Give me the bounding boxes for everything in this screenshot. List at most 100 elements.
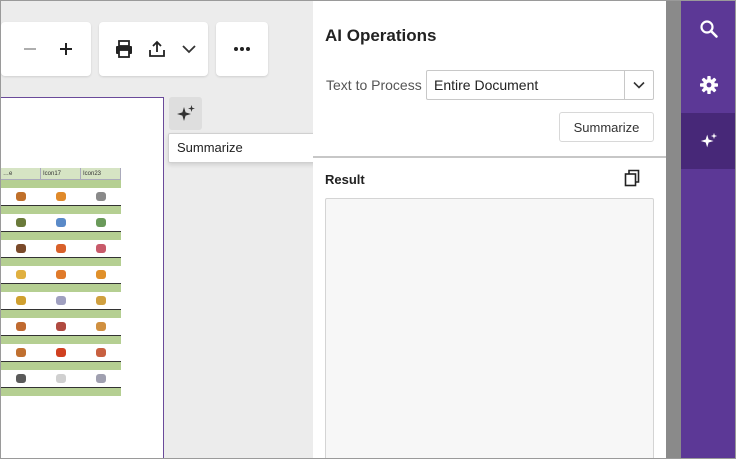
food-thumbnail [16,218,26,227]
plus-icon [60,43,72,55]
food-thumbnail [56,322,66,331]
food-thumbnail [56,374,66,383]
sparkle-icon [700,132,718,148]
food-thumbnail [16,296,26,305]
food-thumbnail-cell [81,292,121,309]
search-icon [700,20,718,38]
food-thumbnail [96,296,106,305]
food-thumbnail [56,192,66,201]
food-thumbnail-cell [1,370,41,387]
export-dropdown-button[interactable] [179,34,199,64]
food-thumbnail [56,296,66,305]
food-thumbnail [16,270,26,279]
food-thumbnail-cell [41,214,81,231]
food-thumbnail-cell [41,266,81,283]
summarize-button[interactable]: Summarize [559,112,654,142]
chevron-down-icon [182,45,196,54]
food-thumbnail-cell [81,214,121,231]
text-to-process-select[interactable]: Entire Document [426,70,654,100]
food-thumbnail [56,270,66,279]
rail-ai-button[interactable] [681,113,735,169]
print-button[interactable] [113,34,135,64]
zoom-in-button[interactable] [55,34,77,64]
document-table-row [1,188,121,206]
food-thumbnail [16,192,26,201]
food-thumbnail-cell [1,292,41,309]
document-row-separator [1,284,121,292]
food-thumbnail-cell [1,240,41,257]
document-row-separator [1,336,121,344]
document-table-body [1,180,121,396]
food-thumbnail-cell [1,188,41,205]
zoom-toolbar-group [1,22,91,76]
document-table-row [1,292,121,310]
more-toolbar-group [216,22,268,76]
food-thumbnail-cell [41,240,81,257]
document-table-row [1,370,121,388]
food-thumbnail [96,192,106,201]
food-thumbnail [16,244,26,253]
more-dots-icon [234,47,250,51]
panel-title: AI Operations [325,26,437,45]
ai-operations-panel: AI Operations Text to Process Entire Doc… [313,1,666,458]
food-thumbnail-cell [41,188,81,205]
food-thumbnail [96,244,106,253]
document-table: …e Icon17 Icon23 [1,168,121,396]
food-thumbnail [96,374,106,383]
minus-icon [24,48,36,50]
food-thumbnail-cell [41,344,81,361]
summarize-menu-item[interactable]: Summarize [168,133,328,163]
food-thumbnail [96,322,106,331]
result-label: Result [325,172,365,187]
print-export-toolbar-group [99,22,208,76]
document-row-separator [1,206,121,214]
panel-scrollbar[interactable] [666,1,681,458]
document-row-separator [1,388,121,396]
document-table-row [1,214,121,232]
document-page[interactable]: …e Icon17 Icon23 [1,97,164,458]
gear-icon [700,76,718,94]
food-thumbnail-cell [81,344,121,361]
food-thumbnail [56,218,66,227]
food-thumbnail [56,244,66,253]
select-dropdown-button[interactable] [624,71,653,99]
document-table-row [1,344,121,362]
document-table-row [1,266,121,284]
food-thumbnail-cell [81,240,121,257]
copy-result-button[interactable] [624,169,640,187]
chevron-down-icon [633,81,645,89]
food-thumbnail-cell [1,318,41,335]
printer-icon [116,40,132,58]
food-thumbnail [96,218,106,227]
sparkle-icon [176,104,195,121]
panel-divider [313,156,666,158]
app-window: …e Icon17 Icon23 Summarize AI Operations… [0,0,736,459]
export-button[interactable] [145,34,169,64]
food-thumbnail-cell [1,344,41,361]
food-thumbnail-cell [1,214,41,231]
document-column-header: …e [1,168,41,179]
text-to-process-value: Entire Document [434,77,539,93]
document-column-header: Icon17 [41,168,81,179]
ai-assistant-button[interactable] [169,97,202,130]
rail-settings-button[interactable] [681,57,735,113]
food-thumbnail [16,322,26,331]
document-row-separator [1,258,121,266]
document-row-separator [1,362,121,370]
document-table-row [1,318,121,336]
document-table-header: …e Icon17 Icon23 [1,168,121,180]
food-thumbnail [96,270,106,279]
copy-icon [624,169,640,187]
rail-search-button[interactable] [681,1,735,57]
document-column-header: Icon23 [81,168,121,179]
food-thumbnail-cell [81,266,121,283]
text-to-process-label: Text to Process [326,77,422,93]
upload-icon [149,40,165,57]
food-thumbnail [96,348,106,357]
food-thumbnail-cell [81,318,121,335]
food-thumbnail [16,374,26,383]
zoom-out-button[interactable] [19,34,41,64]
result-textarea[interactable] [325,198,654,458]
document-table-row [1,240,121,258]
more-button[interactable] [227,34,257,64]
